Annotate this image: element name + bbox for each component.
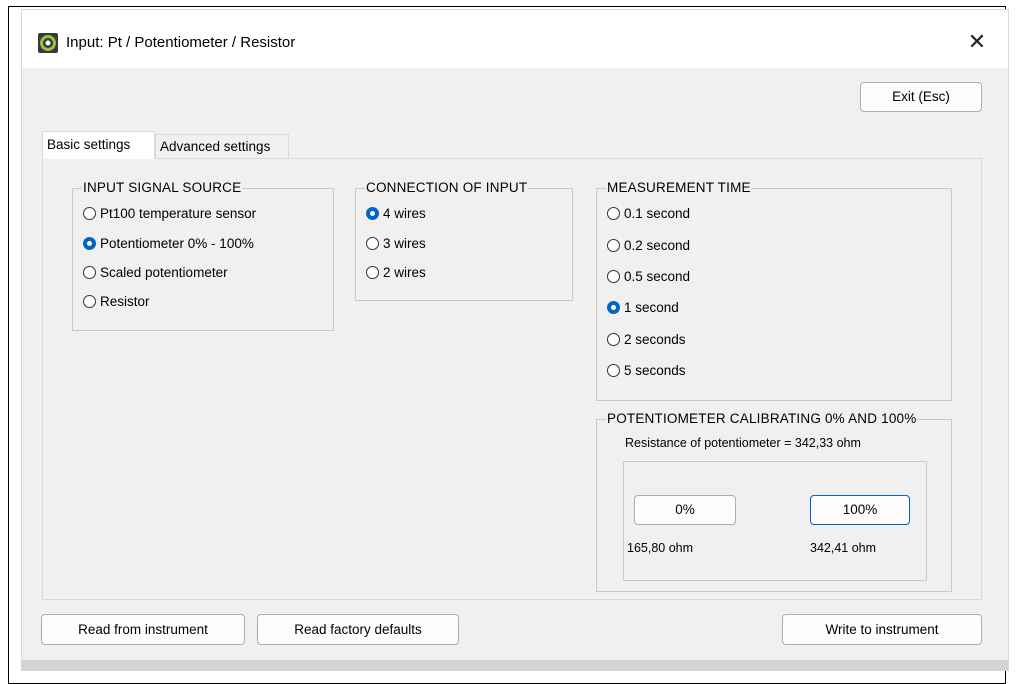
- exit-button[interactable]: Exit (Esc): [860, 82, 982, 112]
- calibration-inner-box: 0% 165,80 ohm 100% 342,41 ohm: [623, 461, 927, 581]
- radio-label: 0.2 second: [624, 238, 691, 253]
- radio-button[interactable]: [83, 295, 96, 308]
- radio-scaled-potentiometer[interactable]: Scaled potentiometer: [83, 265, 228, 280]
- read-from-instrument-button[interactable]: Read from instrument: [41, 614, 245, 645]
- group-title: MEASUREMENT TIME: [606, 180, 752, 195]
- radio-button[interactable]: [607, 301, 620, 314]
- connection-of-input-group: CONNECTION OF INPUT 4 wires 3 wires 2 wi…: [355, 180, 573, 301]
- radio-button[interactable]: [83, 266, 96, 279]
- radio-button[interactable]: [366, 266, 379, 279]
- title-bar: Input: Pt / Potentiometer / Resistor ✕: [22, 10, 1008, 68]
- write-to-instrument-button[interactable]: Write to instrument: [782, 614, 982, 645]
- group-title: CONNECTION OF INPUT: [365, 180, 529, 195]
- radio-label: 0.1 second: [624, 206, 691, 221]
- radio-button[interactable]: [366, 207, 379, 220]
- radio-2-seconds[interactable]: 2 seconds: [607, 332, 686, 347]
- group-title: INPUT SIGNAL SOURCE: [82, 180, 243, 195]
- radio-label: Resistor: [100, 294, 150, 309]
- input-signal-source-group: INPUT SIGNAL SOURCE Pt100 temperature se…: [72, 180, 334, 331]
- resistance-readout: Resistance of potentiometer = 342,33 ohm: [625, 436, 861, 450]
- radio-label: 4 wires: [383, 206, 426, 221]
- radio-label: Scaled potentiometer: [100, 265, 228, 280]
- radio-button[interactable]: [83, 207, 96, 220]
- radio-4-wires[interactable]: 4 wires: [366, 206, 426, 221]
- radio-potentiometer[interactable]: Potentiometer 0% - 100%: [83, 236, 254, 251]
- tab-basic-settings[interactable]: Basic settings: [42, 131, 155, 159]
- radio-label: 5 seconds: [624, 363, 686, 378]
- radio-resistor[interactable]: Resistor: [83, 294, 150, 309]
- window-title: Input: Pt / Potentiometer / Resistor: [66, 34, 296, 51]
- radio-3-wires[interactable]: 3 wires: [366, 236, 426, 251]
- potentiometer-calibration-group: POTENTIOMETER CALIBRATING 0% AND 100% Re…: [596, 411, 952, 592]
- radio-label: 1 second: [624, 300, 679, 315]
- tab-advanced-settings[interactable]: Advanced settings: [155, 134, 289, 159]
- calibrate-0-button[interactable]: 0%: [634, 495, 736, 525]
- radio-2-wires[interactable]: 2 wires: [366, 265, 426, 280]
- read-factory-defaults-button[interactable]: Read factory defaults: [257, 614, 459, 645]
- radio-button[interactable]: [83, 237, 96, 250]
- radio-label: 2 wires: [383, 265, 426, 280]
- radio-0-5-second[interactable]: 0.5 second: [607, 269, 690, 284]
- radio-button[interactable]: [607, 364, 620, 377]
- dialog-window: Input: Pt / Potentiometer / Resistor ✕ E…: [22, 10, 1008, 670]
- window-bottom-edge: [22, 660, 1008, 670]
- radio-button[interactable]: [607, 270, 620, 283]
- close-icon[interactable]: ✕: [964, 29, 990, 55]
- full-value: 342,41 ohm: [810, 541, 877, 555]
- radio-5-seconds[interactable]: 5 seconds: [607, 363, 686, 378]
- radio-label: Potentiometer 0% - 100%: [100, 236, 254, 251]
- radio-pt100[interactable]: Pt100 temperature sensor: [83, 206, 256, 221]
- radio-label: 2 seconds: [624, 332, 686, 347]
- radio-label: 0.5 second: [624, 269, 691, 284]
- group-title: POTENTIOMETER CALIBRATING 0% AND 100%: [606, 411, 918, 426]
- basic-settings-panel: INPUT SIGNAL SOURCE Pt100 temperature se…: [42, 158, 982, 600]
- radio-button[interactable]: [607, 239, 620, 252]
- zero-value: 165,80 ohm: [627, 541, 694, 555]
- radio-0-2-second[interactable]: 0.2 second: [607, 238, 690, 253]
- app-logo-icon: [38, 33, 58, 53]
- radio-label: 3 wires: [383, 236, 426, 251]
- radio-button[interactable]: [366, 237, 379, 250]
- measurement-time-group: MEASUREMENT TIME 0.1 second 0.2 second 0…: [596, 180, 952, 401]
- radio-0-1-second[interactable]: 0.1 second: [607, 206, 690, 221]
- radio-1-second[interactable]: 1 second: [607, 300, 679, 315]
- radio-button[interactable]: [607, 333, 620, 346]
- radio-label: Pt100 temperature sensor: [100, 206, 257, 221]
- radio-button[interactable]: [607, 207, 620, 220]
- calibrate-100-button[interactable]: 100%: [810, 495, 910, 525]
